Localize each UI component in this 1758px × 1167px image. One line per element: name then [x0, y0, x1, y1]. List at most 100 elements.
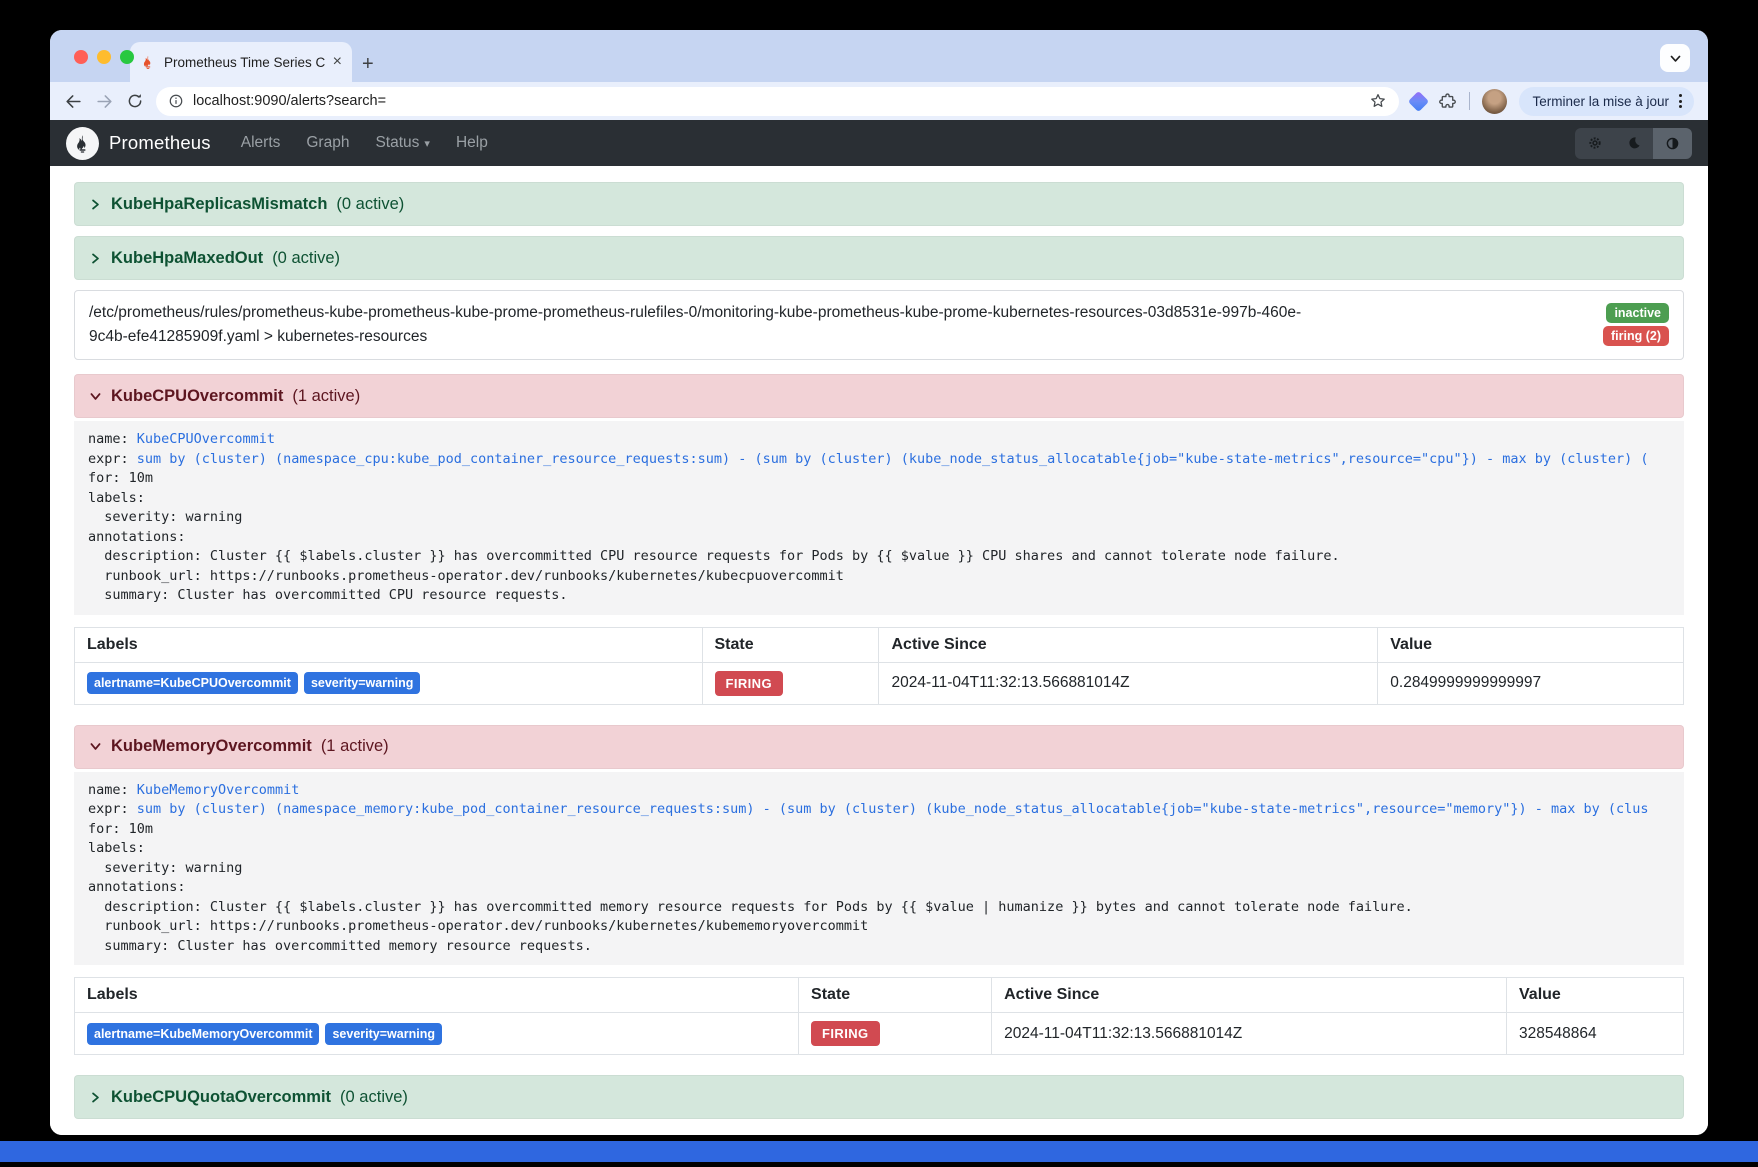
yaml-runbook-line: runbook_url: https://runbooks.prometheus… — [88, 918, 868, 934]
finish-update-label: Terminer la mise à jour — [1532, 94, 1669, 109]
yaml-summary-line: summary: Cluster has overcommitted memor… — [88, 938, 592, 954]
minimize-window-button[interactable] — [97, 50, 111, 64]
extension-shortcut-button[interactable] — [1411, 94, 1426, 109]
label-badge-severity: severity=warning — [325, 1023, 441, 1045]
yaml-labels-line: labels: — [88, 839, 1670, 859]
alert-value: 328548864 — [1507, 1013, 1684, 1055]
alert-group-kubehpamaxedout[interactable]: KubeHpaMaxedOut (0 active) — [74, 236, 1684, 280]
chevron-down-icon — [89, 390, 102, 403]
column-header-labels: Labels — [75, 978, 799, 1013]
finish-update-button[interactable]: Terminer la mise à jour — [1519, 87, 1694, 116]
extensions-button[interactable] — [1438, 92, 1457, 111]
forward-arrow-icon — [95, 92, 114, 111]
column-header-active-since: Active Since — [879, 627, 1378, 662]
new-tab-button[interactable]: + — [362, 54, 374, 74]
alert-rule-yaml-memory: name: KubeMemoryOvercommit expr: sum by … — [74, 772, 1684, 966]
column-header-state: State — [799, 978, 992, 1013]
contrast-half-circle-icon — [1664, 135, 1681, 152]
alert-group-count: (1 active) — [321, 737, 389, 756]
bookmark-star-icon[interactable] — [1369, 92, 1387, 110]
yaml-description-line: description: Cluster {{ $labels.cluster … — [88, 899, 1413, 915]
yaml-for-line: for: 10m — [88, 469, 1670, 489]
column-header-labels: Labels — [75, 627, 703, 662]
zoom-window-button[interactable] — [120, 50, 134, 64]
dropdown-caret-icon: ▾ — [424, 137, 430, 150]
alert-group-name: KubeCPUQuotaOvercommit — [111, 1088, 331, 1107]
browser-menu-kebab-icon[interactable] — [1679, 94, 1688, 108]
table-row: alertname=KubeCPUOvercommitseverity=warn… — [75, 662, 1684, 704]
label-badge-severity: severity=warning — [304, 672, 420, 694]
chevron-right-icon — [89, 1091, 102, 1104]
chevron-right-icon — [89, 252, 102, 265]
chevron-down-icon — [89, 740, 102, 753]
yaml-annotations-line: annotations: — [88, 528, 1670, 548]
forward-button[interactable] — [95, 92, 114, 111]
reload-icon — [126, 92, 144, 110]
reload-button[interactable] — [126, 92, 144, 110]
tab-title: Prometheus Time Series Colle — [164, 55, 325, 70]
nav-link-graph[interactable]: Graph — [306, 134, 349, 152]
nav-link-status[interactable]: Status ▾ — [375, 134, 429, 152]
prometheus-navbar: Prometheus Alerts Graph Status ▾ Help — [50, 120, 1708, 166]
yaml-annotations-line: annotations: — [88, 878, 1670, 898]
active-since-timestamp: 2024-11-04T11:32:13.566881014Z — [879, 662, 1378, 704]
rule-name-link[interactable]: KubeCPUOvercommit — [137, 431, 275, 447]
rule-expr-link[interactable]: sum by (cluster) (namespace_memory:kube_… — [137, 801, 1649, 817]
alert-group-name: KubeHpaReplicasMismatch — [111, 195, 327, 214]
browser-tab[interactable]: Prometheus Time Series Colle × — [130, 42, 352, 82]
address-bar[interactable]: localhost:9090/alerts?search= — [156, 87, 1399, 116]
tab-strip: Prometheus Time Series Colle × + — [50, 30, 1708, 82]
active-alerts-table-cpu: Labels State Active Since Value alertnam… — [74, 627, 1684, 705]
tab-search-chevron-button[interactable] — [1660, 44, 1690, 72]
table-row: alertname=KubeMemoryOvercommit severity=w… — [75, 1013, 1684, 1055]
profile-avatar[interactable] — [1482, 89, 1507, 114]
column-header-value: Value — [1378, 627, 1684, 662]
yaml-runbook-line: runbook_url: https://runbooks.prometheus… — [88, 568, 844, 584]
table-header-row: Labels State Active Since Value — [75, 627, 1684, 662]
rule-file-panel: /etc/prometheus/rules/prometheus-kube-pr… — [74, 290, 1684, 360]
yaml-severity-line: severity: warning — [88, 509, 242, 525]
prometheus-favicon-icon — [140, 54, 156, 70]
auto-theme-button[interactable] — [1653, 128, 1692, 159]
nav-link-alerts[interactable]: Alerts — [241, 134, 281, 152]
rule-name-link[interactable]: KubeMemoryOvercommit — [137, 782, 300, 798]
nav-link-help[interactable]: Help — [456, 134, 488, 152]
back-arrow-icon — [64, 92, 83, 111]
column-header-active-since: Active Since — [992, 978, 1507, 1013]
alert-group-kubecpuovercommit[interactable]: KubeCPUOvercommit (1 active) — [74, 374, 1684, 418]
alert-group-count: (0 active) — [336, 195, 404, 214]
window-controls — [74, 50, 134, 64]
back-button[interactable] — [64, 92, 83, 111]
alert-group-kubecpuquotaovercommit[interactable]: KubeCPUQuotaOvercommit (0 active) — [74, 1075, 1684, 1119]
navbar-links: Alerts Graph Status ▾ Help — [241, 134, 1575, 152]
tab-close-icon[interactable]: × — [333, 54, 342, 70]
gradient-diamond-extension-icon — [1408, 90, 1429, 111]
toolbar-separator — [1469, 92, 1470, 110]
yaml-labels-line: labels: — [88, 489, 1670, 509]
chevron-down-icon — [1669, 52, 1682, 65]
settings-gear-button[interactable] — [1575, 128, 1614, 159]
alert-group-kubememoryovercommit[interactable]: KubeMemoryOvercommit (1 active) — [74, 725, 1684, 769]
alert-group-count: (0 active) — [340, 1088, 408, 1107]
column-header-state: State — [702, 627, 879, 662]
yaml-key: name: — [88, 782, 137, 798]
theme-toggle-group — [1575, 128, 1692, 159]
yaml-description-line: description: Cluster {{ $labels.cluster … — [88, 548, 1340, 564]
prometheus-logo[interactable] — [66, 127, 99, 160]
label-badge-alertname: alertname=KubeMemoryOvercommit — [87, 1023, 319, 1045]
browser-toolbar: localhost:9090/alerts?search= Terminer l… — [50, 82, 1708, 120]
site-info-icon[interactable] — [168, 93, 184, 109]
dark-theme-button[interactable] — [1614, 128, 1653, 159]
alert-group-count: (0 active) — [272, 249, 340, 268]
prometheus-brand[interactable]: Prometheus — [109, 132, 211, 154]
alert-group-kubehpareplicasmismatch[interactable]: KubeHpaReplicasMismatch (0 active) — [74, 182, 1684, 226]
url-text[interactable]: localhost:9090/alerts?search= — [193, 93, 1360, 109]
moon-icon — [1626, 135, 1642, 151]
alert-rule-yaml-cpu: name: KubeCPUOvercommit expr: sum by (cl… — [74, 421, 1684, 615]
browser-window: Prometheus Time Series Colle × + localho… — [50, 30, 1708, 1135]
column-header-value: Value — [1507, 978, 1684, 1013]
close-window-button[interactable] — [74, 50, 88, 64]
rule-expr-link[interactable]: sum by (cluster) (namespace_cpu:kube_pod… — [137, 451, 1649, 467]
state-firing-badge: FIRING — [811, 1021, 879, 1046]
inactive-count-badge: inactive — [1606, 303, 1669, 323]
